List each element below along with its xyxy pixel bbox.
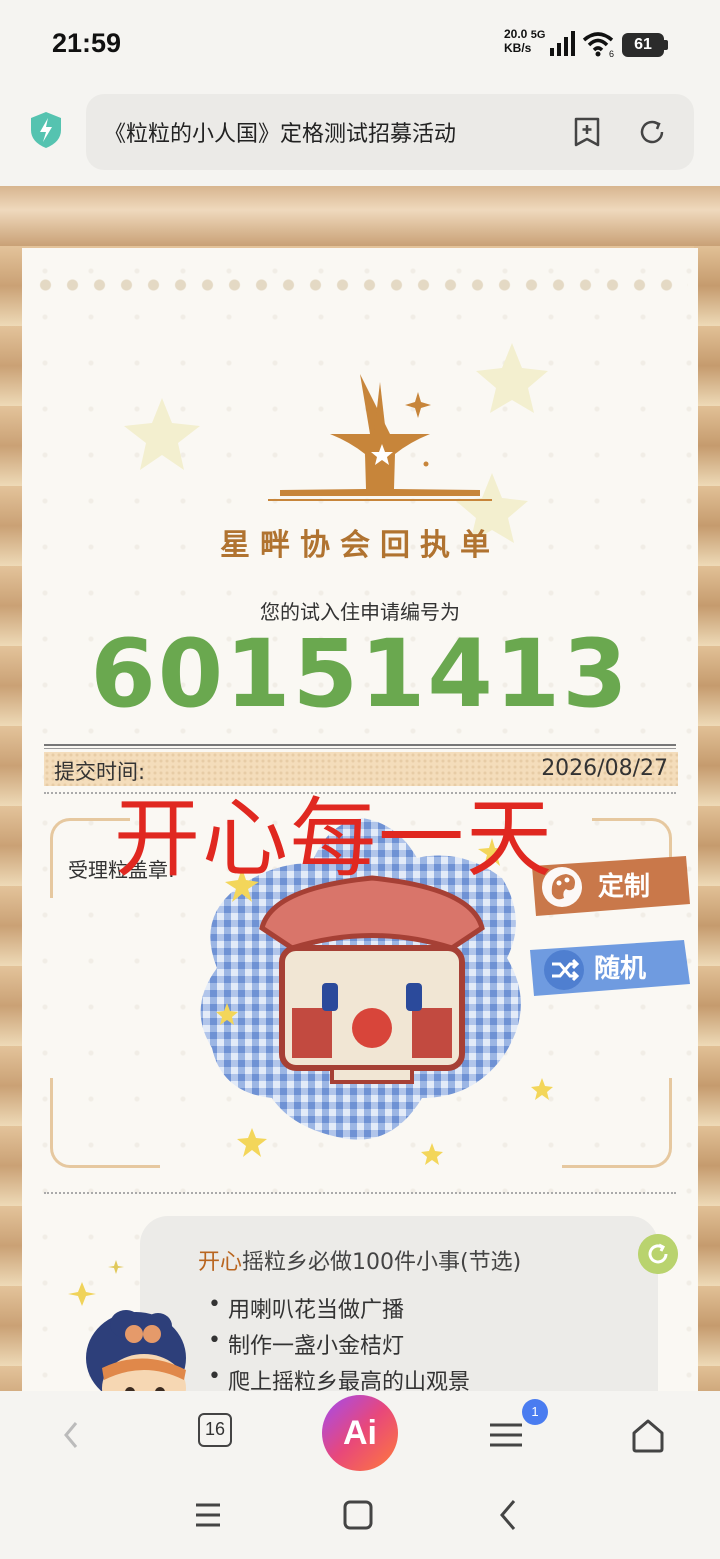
tabs-count-button[interactable]: 16 (198, 1413, 232, 1447)
wood-panel-left (0, 246, 22, 1391)
menu-icon[interactable] (484, 1413, 528, 1457)
stamp-frame-corner (562, 1078, 672, 1168)
home-icon[interactable] (626, 1413, 670, 1457)
receipt-paper: 星畔协会回执单 您的试入住申请编号为 60151413 提交时间: 2026/0… (22, 248, 698, 1391)
menu-badge: 1 (522, 1399, 548, 1425)
random-button-label[interactable]: 随机 (594, 948, 646, 985)
url-bar[interactable]: 《粒粒的小人国》定格测试招募活动 (86, 94, 694, 170)
association-logo (268, 374, 492, 501)
custom-button-label[interactable]: 定制 (598, 866, 650, 903)
battery-indicator: 61 (622, 33, 668, 57)
perforation-dots (32, 278, 688, 292)
security-shield-icon[interactable] (28, 110, 64, 150)
add-bookmark-icon[interactable] (572, 116, 602, 148)
back-icon[interactable] (50, 1413, 94, 1457)
dotted-divider (44, 1192, 676, 1194)
net-speed: 20.0 5G KB/s (504, 28, 545, 55)
receipt-title: 星畔协会回执单 (220, 528, 500, 563)
net-speed-unit: KB/s (504, 41, 532, 55)
web-content: 星畔协会回执单 您的试入住申请编号为 60151413 提交时间: 2026/0… (0, 186, 720, 1391)
application-number: 60151413 (90, 620, 630, 729)
stamp-frame-corner (50, 1078, 160, 1168)
net-speed-value: 20.0 (504, 27, 528, 41)
background-star-icon (124, 398, 200, 470)
info-card-title-rest: 摇粒乡必做100件小事(节选) (242, 1250, 522, 1275)
status-bar: 21:59 20.0 5G KB/s 6 61 (0, 0, 720, 90)
browser-toolbar: 16 Ai 1 (0, 1391, 720, 1479)
list-item: 爬上摇粒乡最高的山观景 (208, 1364, 470, 1391)
wifi-level: 6 (609, 49, 614, 58)
back-nav-icon[interactable] (486, 1493, 530, 1537)
list-item: 制作一盏小金桔灯 (208, 1328, 404, 1360)
list-item: 用喇叭花当做广播 (208, 1292, 404, 1324)
mascot-character-image (68, 1260, 186, 1391)
page-title[interactable]: 《粒粒的小人国》定格测试招募活动 (104, 116, 456, 148)
overlay-text: 开心每一天 (114, 789, 554, 889)
wood-shelf (0, 186, 720, 246)
ai-assistant-button[interactable]: Ai (322, 1395, 398, 1471)
signal-icon (550, 31, 575, 56)
info-card: 开心摇粒乡必做100件小事(节选) 用喇叭花当做广播 制作一盏小金桔灯 爬上摇粒… (140, 1216, 658, 1391)
submit-date: 2026/08/27 (541, 756, 668, 781)
info-card-title: 开心摇粒乡必做100件小事(节选) (198, 1244, 521, 1276)
system-navigation-bar (0, 1479, 720, 1559)
wifi-icon: 6 (582, 32, 614, 58)
divider (44, 744, 676, 749)
status-time: 21:59 (52, 28, 122, 58)
refresh-icon[interactable] (636, 116, 668, 148)
address-bar-area: 《粒粒的小人国》定格测试招募活动 (0, 90, 720, 186)
home-nav-icon[interactable] (336, 1493, 380, 1537)
recent-apps-icon[interactable] (186, 1493, 230, 1537)
info-card-title-accent: 开心 (198, 1250, 243, 1275)
card-refresh-icon[interactable] (638, 1234, 678, 1274)
network-type: 5G (530, 29, 546, 41)
